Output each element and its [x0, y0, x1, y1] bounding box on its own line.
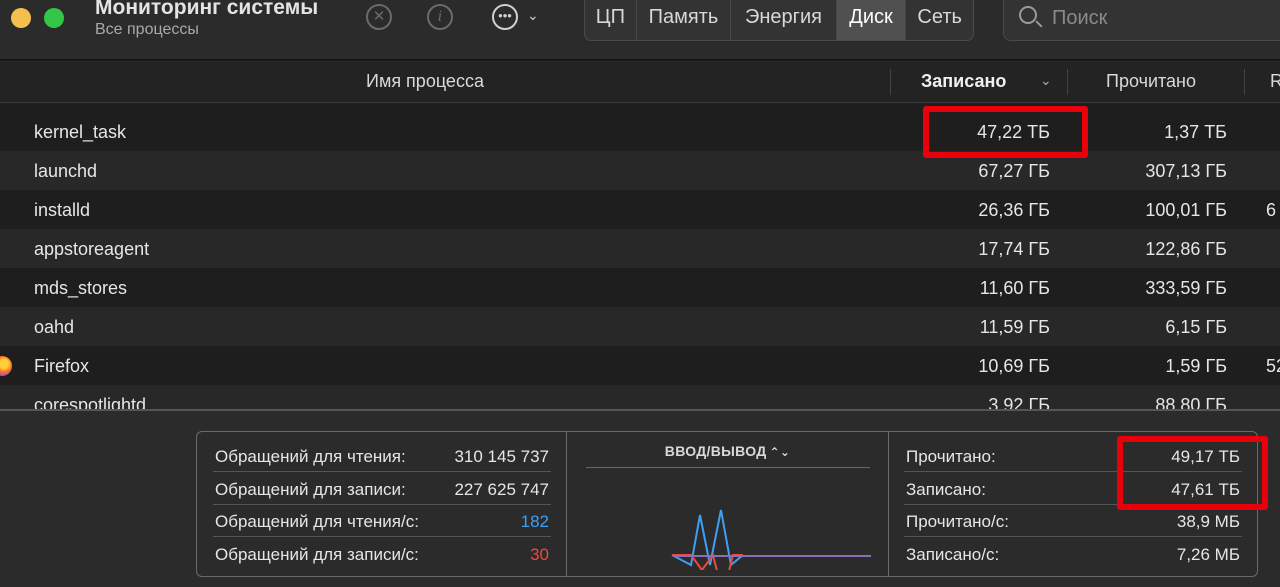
process-name: kernel_task — [34, 122, 127, 142]
search-input[interactable] — [1052, 7, 1280, 30]
table-header: Имя процесса Записано ⌄ Прочитано R — [0, 61, 1280, 103]
table-row[interactable]: oahd 11,59 ГБ 6,15 ГБ — [0, 307, 1280, 346]
table-row[interactable]: kernel_task 47,22 ТБ 1,37 ТБ — [0, 112, 1280, 151]
info-icon[interactable]: i — [427, 4, 453, 30]
column-header-next[interactable]: R — [1270, 71, 1280, 92]
column-header-written[interactable]: Записано — [921, 71, 1006, 92]
io-count-stats: Обращений для чтения: 310 145 737 Обраще… — [197, 432, 567, 576]
stats-box: Обращений для чтения: 310 145 737 Обраще… — [196, 431, 1258, 577]
tab-network[interactable]: Сеть — [906, 0, 973, 40]
search-icon — [1019, 6, 1037, 24]
stats-panel: Обращений для чтения: 310 145 737 Обраще… — [0, 411, 1280, 587]
read-value: 1,59 ГБ — [1165, 356, 1227, 376]
extra-column-value: 6 — [1266, 200, 1277, 220]
stat-value: 310 145 737 — [454, 447, 549, 466]
table-row[interactable]: Firefox 10,69 ГБ 1,59 ГБ 52 — [0, 346, 1280, 385]
written-value: 11,59 ГБ — [979, 317, 1050, 337]
read-value: 100,01 ГБ — [1145, 200, 1227, 220]
ellipsis-circle-icon[interactable]: ••• — [492, 4, 518, 30]
read-value: 122,86 ГБ — [1145, 239, 1227, 259]
written-value: 17,74 ГБ — [978, 239, 1050, 259]
process-name: appstoreagent — [34, 239, 150, 259]
io-graph-panel: ВВОД/ВЫВОД ⌃⌄ — [567, 432, 889, 576]
stat-row: Обращений для записи: 227 625 747 — [213, 473, 551, 505]
table-row[interactable]: installd 26,36 ГБ 100,01 ГБ 6 — [0, 190, 1280, 229]
tab-memory[interactable]: Память — [637, 0, 732, 40]
process-name: installd — [34, 200, 91, 220]
graph-title: ВВОД/ВЫВОД — [664, 443, 767, 459]
stat-label: Обращений для записи/с: — [215, 545, 419, 564]
stat-label: Записано/с: — [906, 545, 1000, 564]
stat-row: Записано/с: 7,26 МБ — [904, 538, 1242, 570]
extra-column-value: 52 — [1266, 356, 1280, 376]
window-subtitle[interactable]: Все процессы — [95, 21, 199, 39]
zoom-button[interactable] — [44, 8, 64, 28]
stat-value: 30 — [530, 545, 549, 564]
search-field[interactable] — [1003, 0, 1280, 41]
written-value: 11,60 ГБ — [979, 278, 1050, 298]
tab-cpu[interactable]: ЦП — [585, 0, 637, 40]
written-value: 26,36 ГБ — [978, 200, 1050, 220]
stat-label: Обращений для записи: — [215, 480, 406, 499]
chevron-down-icon[interactable]: ⌄ — [527, 7, 539, 24]
stat-value: 7,26 МБ — [1176, 545, 1240, 564]
stat-value: 182 — [520, 512, 549, 531]
process-name: launchd — [34, 161, 98, 181]
tab-energy[interactable]: Энергия — [731, 0, 837, 40]
read-value: 307,13 ГБ — [1145, 161, 1227, 181]
process-name: oahd — [34, 317, 75, 337]
tab-disk[interactable]: Диск — [836, 0, 907, 40]
column-header-read[interactable]: Прочитано — [1106, 71, 1196, 92]
table-row[interactable]: appstoreagent 17,74 ГБ 122,86 ГБ — [0, 229, 1280, 268]
sort-chevron-icon[interactable]: ⌄ — [1040, 72, 1052, 89]
highlight-box-totals — [1117, 436, 1268, 510]
read-value: 6,15 ГБ — [1165, 317, 1227, 337]
graph-divider — [586, 467, 870, 468]
process-name: mds_stores — [34, 278, 128, 298]
stat-label: Записано: — [906, 480, 986, 499]
updown-chevron-icon: ⌃⌄ — [769, 445, 791, 459]
graph-mode-selector[interactable]: ВВОД/ВЫВОД ⌃⌄ — [567, 443, 888, 459]
written-value: 10,69 ГБ — [978, 356, 1050, 376]
highlight-box-kernel-written — [923, 106, 1088, 158]
table-row[interactable]: mds_stores 11,60 ГБ 333,59 ГБ — [0, 268, 1280, 307]
written-value: 3,92 ГБ — [988, 395, 1050, 410]
column-header-process-name[interactable]: Имя процесса — [366, 71, 484, 92]
stat-label: Обращений для чтения: — [215, 447, 406, 466]
read-value: 333,59 ГБ — [1145, 278, 1227, 298]
process-name: Firefox — [34, 356, 90, 376]
stat-row: Обращений для записи/с: 30 — [213, 538, 551, 570]
stat-label: Обращений для чтения/с: — [215, 512, 419, 531]
firefox-icon — [0, 356, 12, 376]
stat-label: Прочитано/с: — [906, 512, 1009, 531]
stat-row: Обращений для чтения/с: 182 — [213, 505, 551, 537]
process-table: kernel_task 47,22 ТБ 1,37 ТБ launchd 67,… — [0, 112, 1280, 410]
toolbar: Мониторинг системы Все процессы ✕ i ••• … — [0, 0, 1280, 60]
read-value: 1,37 ТБ — [1164, 122, 1227, 142]
stat-value: 38,9 МБ — [1176, 512, 1240, 531]
column-divider[interactable] — [1067, 69, 1068, 95]
column-divider[interactable] — [1244, 69, 1245, 95]
minimize-button[interactable] — [11, 8, 31, 28]
column-divider[interactable] — [890, 69, 891, 95]
table-row[interactable]: corespotlightd 3,92 ГБ 88,80 ГБ — [0, 385, 1280, 410]
written-value: 67,27 ГБ — [978, 161, 1050, 181]
process-name: corespotlightd — [34, 395, 147, 410]
x-circle-icon[interactable]: ✕ — [366, 4, 392, 30]
stat-value: 227 625 747 — [454, 480, 549, 499]
read-value: 88,80 ГБ — [1155, 395, 1227, 410]
io-graph — [671, 509, 871, 570]
stat-row: Обращений для чтения: 310 145 737 — [213, 440, 551, 472]
window-title: Мониторинг системы — [95, 0, 319, 19]
stat-label: Прочитано: — [906, 447, 996, 466]
table-row[interactable]: launchd 67,27 ГБ 307,13 ГБ — [0, 151, 1280, 190]
tab-bar: ЦП Память Энергия Диск Сеть — [584, 0, 974, 41]
